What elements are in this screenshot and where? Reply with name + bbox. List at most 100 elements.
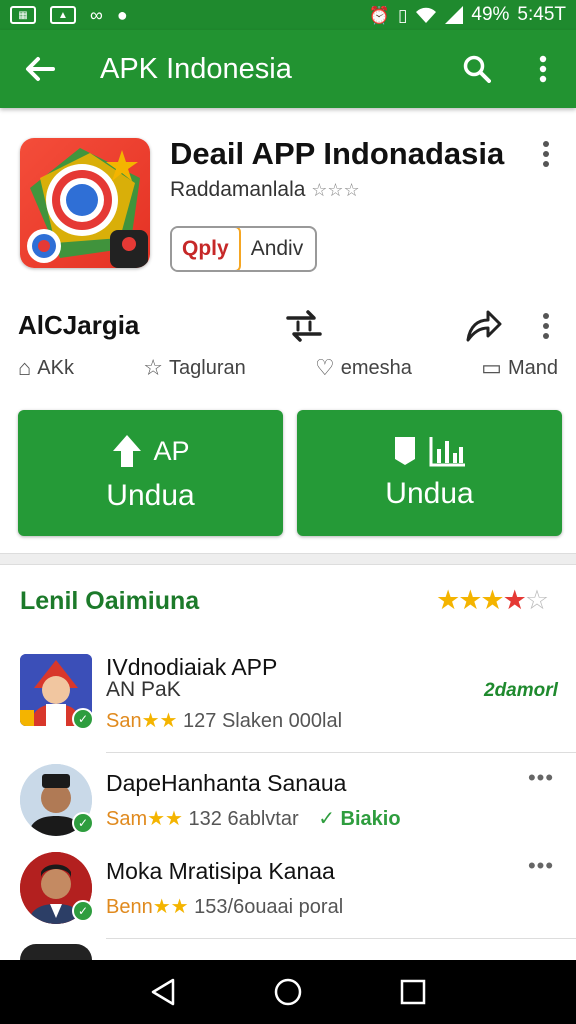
app-bar: APK Indonesia	[0, 30, 576, 108]
star-icon: ★★★	[436, 585, 505, 615]
search-icon	[463, 55, 491, 83]
meta-prefix: San	[106, 710, 142, 732]
alarm-icon: ⏰	[368, 5, 391, 25]
app-icon	[20, 138, 150, 268]
item-title: DapeHanhanta Sanaua	[106, 770, 347, 796]
item-meta: Benn★★ 153/6ouaai poral	[106, 894, 343, 919]
app-developer[interactable]: Raddamanlala ☆☆☆	[170, 178, 360, 202]
meta-text: 153/6ouaai poral	[194, 896, 344, 918]
status-notifications: ▦ ▲ ∞ ●	[10, 6, 128, 24]
meta-text: 127 Slaken 000lal	[183, 710, 343, 732]
more-horiz-icon: •••	[527, 853, 555, 878]
row-divider	[106, 938, 576, 939]
transfer-icon	[286, 310, 322, 342]
meta-stars: ★★	[147, 808, 183, 830]
info-title: AlCJargia	[18, 310, 140, 340]
system-nav-bar	[0, 960, 576, 1024]
heart-icon: ♡	[315, 355, 335, 380]
circle-home-icon	[274, 978, 302, 1006]
item-more-button[interactable]: •••	[524, 853, 558, 878]
meta-stars: ★★	[152, 896, 189, 918]
nav-recents-button[interactable]	[383, 962, 443, 1022]
app-chips: Qply Andiv	[170, 226, 318, 272]
chat-icon: ●	[116, 5, 128, 25]
list-item[interactable]: ✓ Moka Mratisipa Kanaa Benn★★ 153/6ouaai…	[0, 850, 576, 934]
app-header: Deail APP Indonadasia Raddamanlala ☆☆☆ Q…	[0, 108, 576, 286]
button-label: Undua	[385, 477, 474, 510]
overflow-menu-button[interactable]	[510, 30, 576, 108]
transfer-button[interactable]	[284, 308, 324, 349]
back-button[interactable]	[0, 30, 80, 108]
browser-logo-icon	[27, 148, 148, 268]
button-top-label: AP	[153, 435, 190, 466]
stat-like[interactable]: ♡ emesha	[315, 355, 412, 381]
item-subtitle: AN PaK	[106, 678, 181, 701]
status-bar: ▦ ▲ ∞ ● ⏰ ▯ 49% 5:45T	[0, 0, 576, 30]
chip-android[interactable]: Andiv	[239, 228, 316, 270]
stat-label: emesha	[340, 356, 412, 379]
row-divider	[106, 752, 576, 753]
more-vert-icon	[543, 313, 549, 339]
stat-label: Mand	[507, 356, 558, 379]
stat-favorite[interactable]: ☆ Tagluran	[143, 355, 245, 381]
bookmark-icon	[394, 437, 415, 465]
status-system: ⏰ ▯ 49% 5:45T	[369, 4, 566, 26]
qr-icon: ▦	[10, 6, 36, 24]
share-button[interactable]	[464, 306, 502, 349]
arrow-up-icon	[113, 435, 142, 467]
meta-prefix: Sam	[106, 808, 148, 830]
meta-text: 132 6ablvtar	[188, 808, 299, 830]
verified-badge: ✓	[72, 812, 94, 834]
battery-level: 49%	[471, 4, 510, 25]
chip-apply[interactable]: Qply	[172, 228, 241, 270]
info-more-button[interactable]	[530, 310, 562, 342]
nav-back-button[interactable]	[133, 962, 193, 1022]
star-outline-icon: ☆	[524, 585, 549, 615]
stat-home[interactable]: ⌂ AKk	[18, 355, 74, 381]
item-title: IVdnodiaiak APP	[106, 654, 278, 680]
verified-label: ✓ Biakio	[318, 808, 401, 830]
button-label: Undua	[106, 479, 195, 512]
app-more-button[interactable]	[530, 138, 562, 170]
developer-name: Raddamanlala	[170, 178, 306, 201]
vibrate-icon: ▯	[398, 5, 408, 25]
section-rating: ★★★★☆	[436, 585, 549, 616]
search-button[interactable]	[444, 30, 510, 108]
wifi-icon	[416, 7, 437, 23]
list-item[interactable]: ✓ IVdnodiaiak APP AN PaK San★★ 127 Slake…	[0, 650, 576, 750]
square-recents-icon	[401, 979, 426, 1005]
section-title: Lenil Oaimiuna	[20, 587, 200, 615]
link-icon: ∞	[90, 5, 103, 25]
stat-label: AKk	[37, 356, 74, 379]
stat-label: Tagluran	[169, 356, 246, 379]
arrow-left-icon	[26, 57, 55, 81]
nav-home-button[interactable]	[258, 962, 318, 1022]
item-meta: Sam★★ 132 6ablvtar ✓ Biakio	[106, 806, 401, 831]
item-meta: San★★ 127 Slaken 000lal	[106, 708, 342, 733]
developer-rating: ☆☆☆	[311, 180, 360, 200]
avatar-partial	[20, 944, 92, 960]
verified-badge: ✓	[72, 708, 94, 730]
stats-row: ⌂ AKk ☆ Tagluran ♡ emesha ▭ Mand	[18, 352, 558, 384]
item-status: 2damorl	[484, 680, 558, 701]
more-horiz-icon: •••	[527, 765, 555, 790]
image-icon: ▲	[50, 6, 76, 24]
star-icon: ★	[502, 585, 527, 615]
page-title: APK Indonesia	[100, 52, 292, 85]
list-item[interactable]: ✓ DapeHanhanta Sanaua Sam★★ 132 6ablvtar…	[0, 762, 576, 846]
more-vert-icon	[539, 55, 547, 83]
star-outline-icon: ☆	[143, 355, 163, 380]
more-vert-icon	[543, 141, 549, 167]
download-stats-button[interactable]: Undua	[297, 410, 562, 536]
meta-stars: ★★	[141, 710, 178, 732]
app-name: Deail APP Indonadasia	[170, 136, 505, 171]
upload-download-button[interactable]: AP Undua	[18, 410, 283, 536]
triangle-back-icon	[151, 978, 174, 1006]
home-icon: ⌂	[18, 355, 32, 380]
chart-icon	[429, 437, 465, 467]
item-title: Moka Mratisipa Kanaa	[106, 858, 335, 884]
item-more-button[interactable]: •••	[524, 765, 558, 790]
verified-badge: ✓	[72, 900, 94, 922]
section-divider	[0, 553, 576, 565]
stat-comment[interactable]: ▭ Mand	[481, 355, 558, 381]
